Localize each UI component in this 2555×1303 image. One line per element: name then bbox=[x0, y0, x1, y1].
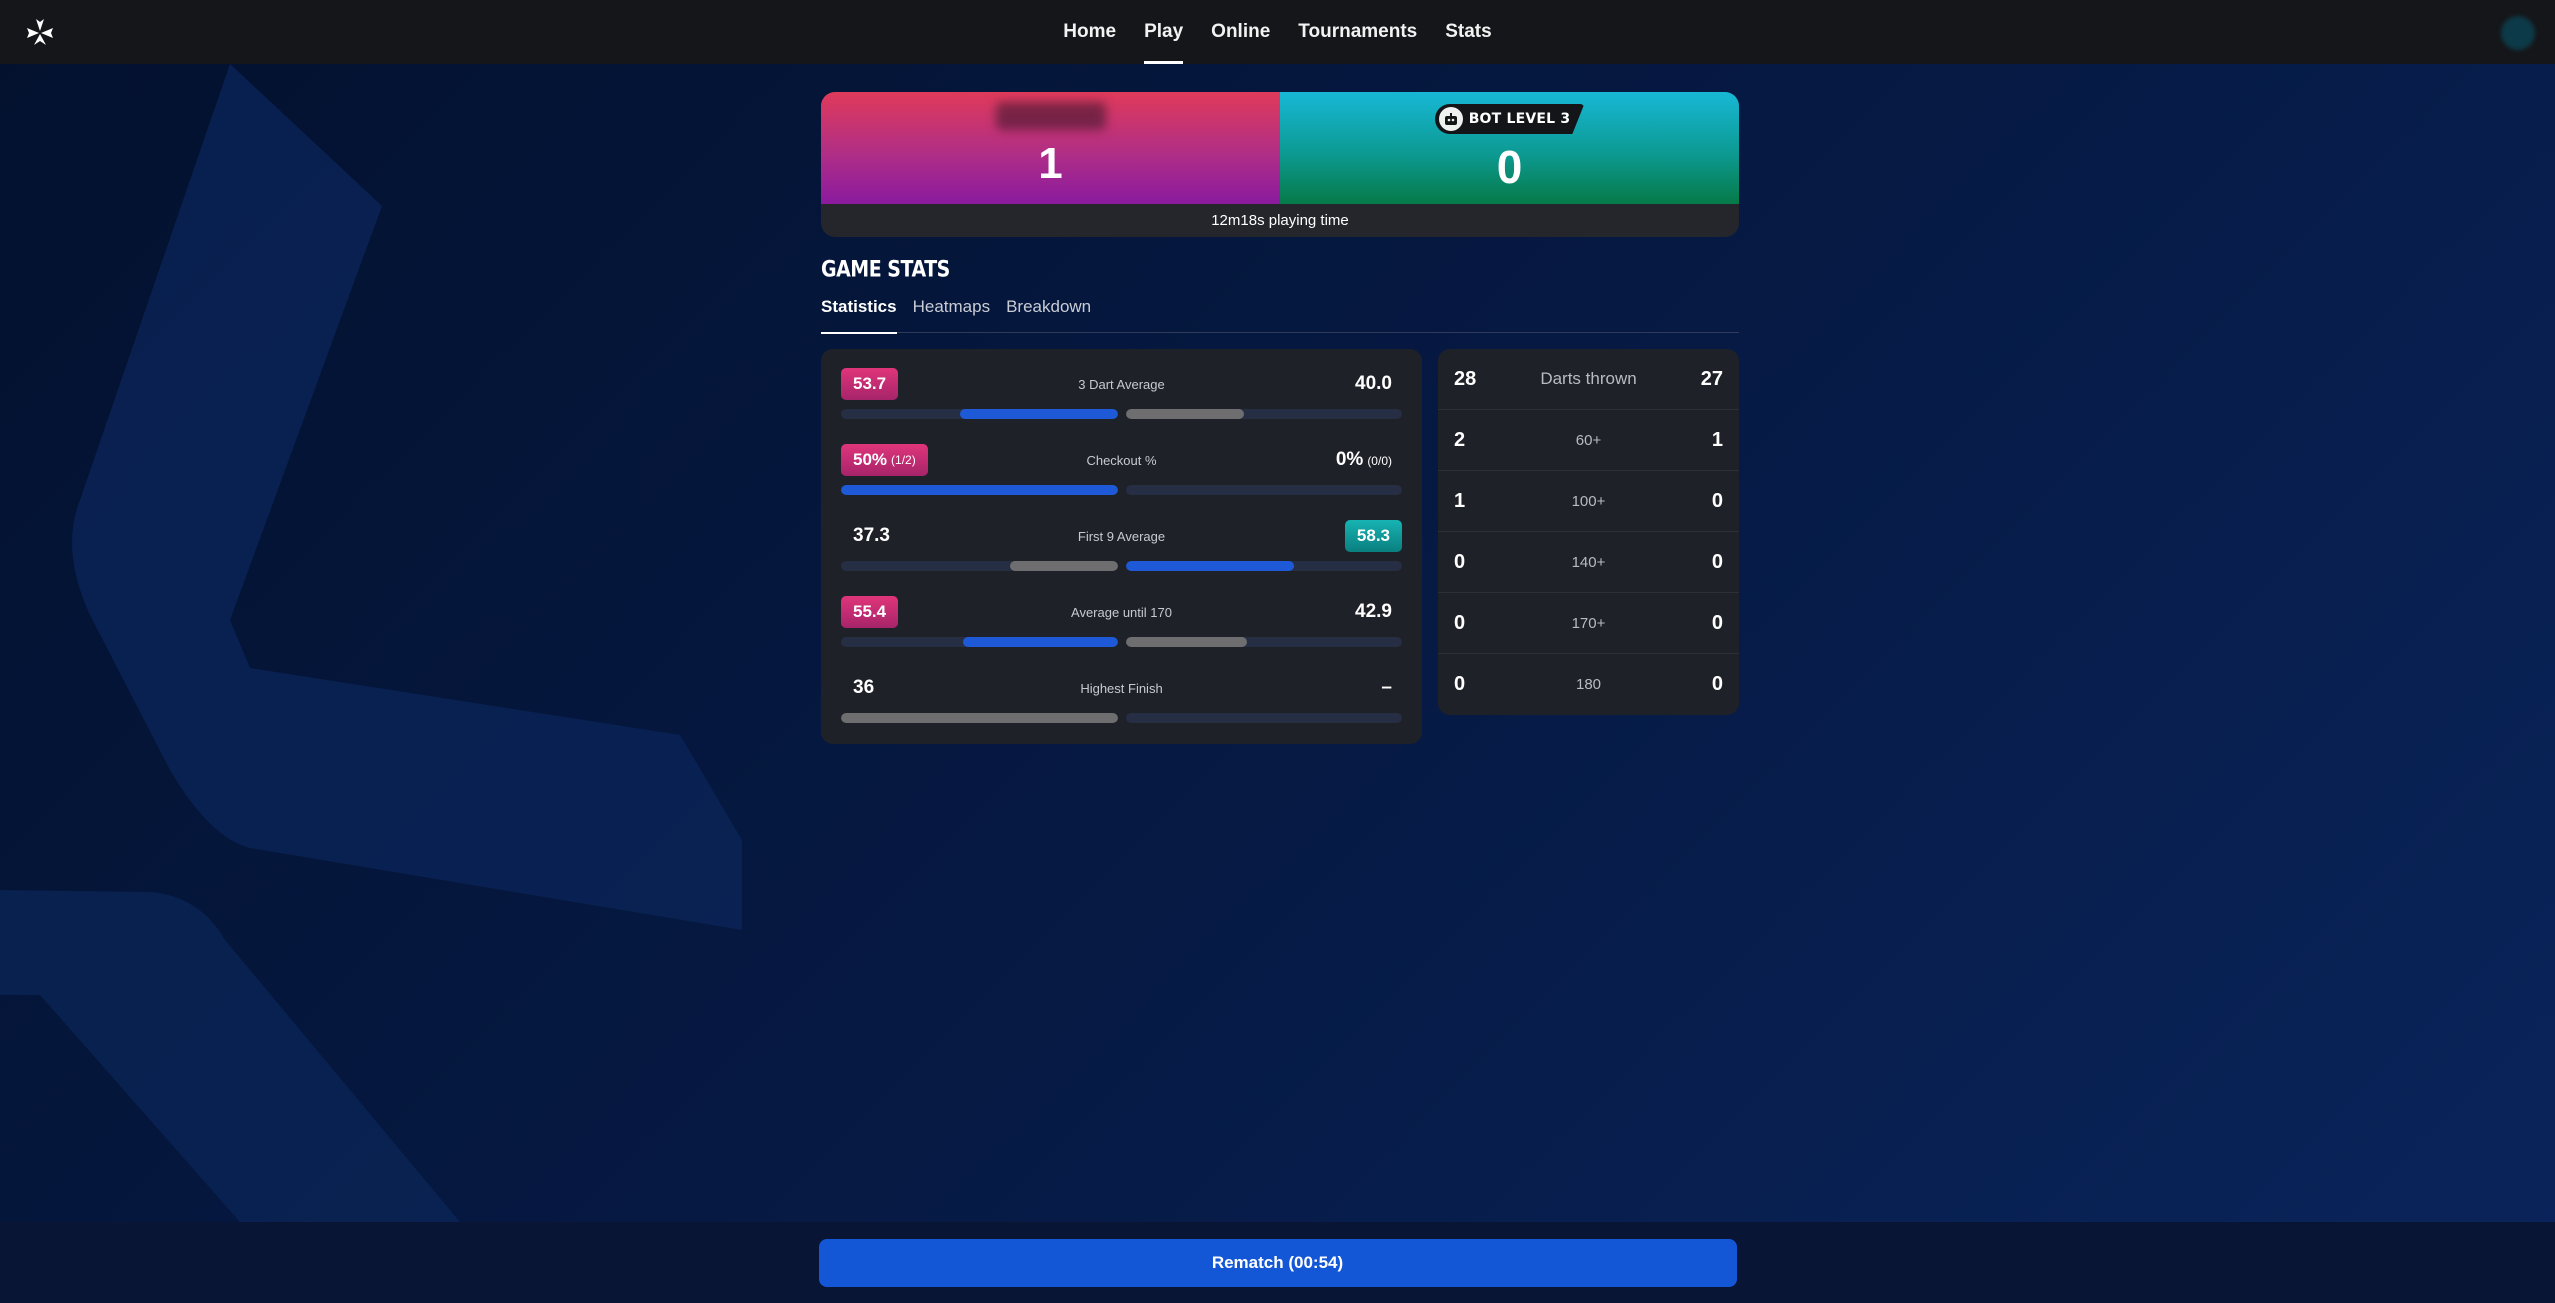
stat-bar-fill bbox=[1125, 561, 1295, 571]
player2-count: 0 bbox=[1711, 611, 1723, 634]
stat-bar-fill bbox=[1125, 409, 1245, 419]
player2-count: 27 bbox=[1700, 367, 1723, 390]
game-summary: 1 BOT LEVEL 3 0 12m18s playing time GAME… bbox=[821, 92, 1739, 744]
player1-stat-bar bbox=[841, 713, 1118, 723]
count-label: 60+ bbox=[1575, 431, 1602, 449]
rematch-button[interactable]: Rematch (00:54) bbox=[818, 1238, 1737, 1287]
score-counts-panel: 28 Darts thrown 27 2 60+ 1 1 100+ 0 0 140+ 0 0 170+ 0 0… bbox=[1438, 349, 1739, 715]
count-row: 1 100+ 0 bbox=[1438, 471, 1739, 532]
nav-tournaments[interactable]: Tournaments bbox=[1298, 0, 1417, 64]
count-row: 2 60+ 1 bbox=[1438, 410, 1739, 471]
stat-bar-fill bbox=[959, 409, 1118, 419]
main-nav: Home Play Online Tournaments Stats bbox=[1063, 0, 1492, 64]
count-label: 140+ bbox=[1571, 553, 1606, 571]
playing-time: 12m18s playing time bbox=[1211, 212, 1349, 229]
count-row: 28 Darts thrown 27 bbox=[1438, 349, 1739, 410]
count-label: 170+ bbox=[1571, 614, 1606, 632]
stat-row: 53.7 40.0 3 Dart Average bbox=[841, 367, 1402, 443]
nav-stats[interactable]: Stats bbox=[1445, 0, 1491, 64]
count-label: 180 bbox=[1575, 676, 1602, 693]
player2-stat-bar bbox=[1125, 637, 1402, 647]
player2-stat-bar bbox=[1125, 561, 1402, 571]
player1-name bbox=[995, 102, 1106, 130]
player1-stat-value: 36 bbox=[853, 677, 875, 698]
player2-stat-value: 0% (0/0) bbox=[1335, 449, 1392, 470]
count-label: 100+ bbox=[1571, 492, 1606, 510]
player2-stat-bar bbox=[1125, 713, 1402, 723]
nav-play[interactable]: Play bbox=[1144, 0, 1184, 64]
best-value-badge: 53.7 bbox=[841, 368, 899, 400]
player1-stat-bar bbox=[841, 485, 1118, 495]
stat-row: 36– Highest Finish bbox=[841, 671, 1402, 747]
bot-level-label: BOT LEVEL 3 bbox=[1468, 111, 1571, 127]
statistics-panel: 53.7 40.0 3 Dart Average 50% (1/2) 0% (0/0) Che… bbox=[821, 349, 1422, 744]
stat-bar-fill bbox=[841, 485, 1118, 495]
player1-count: 0 bbox=[1454, 550, 1466, 573]
player1-stat-bar bbox=[841, 561, 1118, 571]
stat-bar-fill bbox=[841, 713, 1118, 723]
player1-stat-value: 55.4 bbox=[841, 596, 899, 628]
player1-panel: 1 bbox=[821, 92, 1280, 204]
player2-stat-value: 42.9 bbox=[1355, 601, 1392, 622]
game-stats-title: GAME STATS bbox=[821, 257, 950, 283]
player1-count: 28 bbox=[1454, 367, 1477, 390]
stat-row: 37.3 58.3 First 9 Average bbox=[841, 519, 1402, 595]
top-navbar: Home Play Online Tournaments Stats bbox=[0, 0, 2555, 64]
player2-stat-value: – bbox=[1381, 677, 1392, 698]
player2-count: 0 bbox=[1711, 673, 1723, 695]
nav-home[interactable]: Home bbox=[1063, 0, 1116, 64]
bot-level-badge: BOT LEVEL 3 bbox=[1434, 104, 1585, 134]
player1-stat-value: 37.3 bbox=[853, 525, 890, 546]
player1-count: 1 bbox=[1454, 489, 1466, 512]
stat-row: 50% (1/2) 0% (0/0) Checkout % bbox=[841, 443, 1402, 519]
player1-count: 0 bbox=[1454, 611, 1466, 634]
player1-score: 1 bbox=[1038, 139, 1063, 188]
player1-stat-bar bbox=[841, 409, 1118, 419]
bot-icon bbox=[1438, 107, 1463, 131]
player1-count: 2 bbox=[1454, 428, 1466, 451]
stats-tabs: Statistics Heatmaps Breakdown bbox=[821, 297, 1739, 334]
player2-count: 0 bbox=[1711, 489, 1723, 512]
stat-row: 55.4 42.9 Average until 170 bbox=[841, 595, 1402, 671]
player2-stat-bar bbox=[1125, 485, 1402, 495]
player1-stat-value: 53.7 bbox=[841, 368, 899, 400]
count-row: 0 170+ 0 bbox=[1438, 593, 1739, 654]
player2-count: 1 bbox=[1711, 428, 1723, 451]
user-avatar[interactable] bbox=[2501, 16, 2535, 50]
player1-stat-bar bbox=[841, 637, 1118, 647]
best-value-badge: 58.3 bbox=[1344, 520, 1402, 552]
tab-heatmaps[interactable]: Heatmaps bbox=[913, 297, 990, 333]
player2-score: 0 bbox=[1496, 141, 1523, 193]
player2-stat-value: 58.3 bbox=[1344, 520, 1402, 552]
stat-bar-fill bbox=[1009, 561, 1118, 571]
count-row: 0 140+ 0 bbox=[1438, 532, 1739, 593]
player1-stat-value: 50% (1/2) bbox=[841, 444, 928, 476]
player2-stat-value: 40.0 bbox=[1355, 373, 1392, 394]
count-label: Darts thrown bbox=[1540, 369, 1637, 388]
count-row: 0 180 0 bbox=[1438, 654, 1739, 715]
tab-statistics[interactable]: Statistics bbox=[821, 297, 897, 334]
app-logo-icon[interactable] bbox=[24, 16, 56, 48]
footer-bar: Rematch (00:54) bbox=[0, 1222, 2555, 1303]
tab-breakdown[interactable]: Breakdown bbox=[1006, 297, 1091, 333]
scoreboard: 1 BOT LEVEL 3 0 12m18s playing time bbox=[821, 92, 1739, 237]
nav-online[interactable]: Online bbox=[1211, 0, 1270, 64]
player1-count: 0 bbox=[1454, 673, 1466, 695]
stat-bar-fill bbox=[1125, 637, 1248, 647]
player2-count: 0 bbox=[1711, 550, 1723, 573]
player2-stat-bar bbox=[1125, 409, 1402, 419]
stat-bar-fill bbox=[962, 637, 1118, 647]
best-value-badge: 55.4 bbox=[841, 596, 899, 628]
best-value-badge: 50% (1/2) bbox=[841, 444, 928, 476]
player2-panel: BOT LEVEL 3 0 bbox=[1280, 92, 1739, 204]
